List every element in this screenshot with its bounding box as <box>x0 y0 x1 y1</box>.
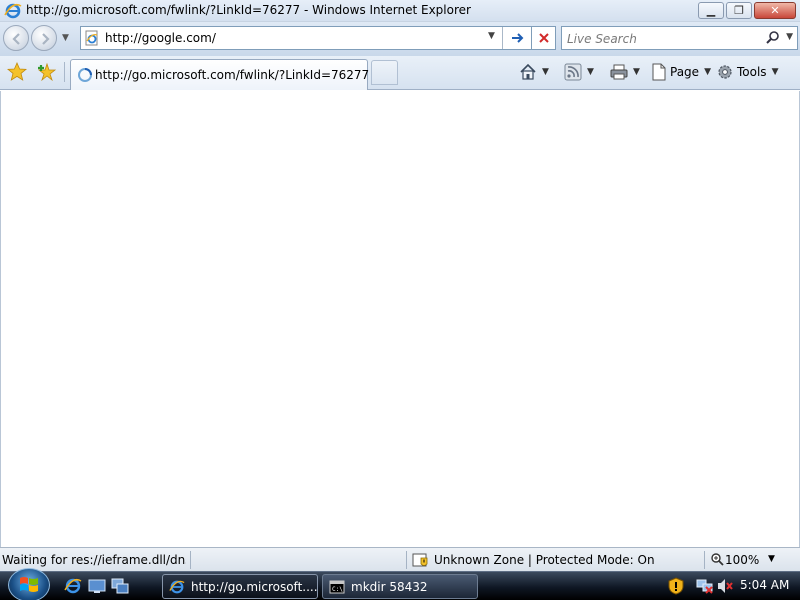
navigation-bar: ▼ http://google.com/ ▼ Live Search ▼ <box>0 22 800 56</box>
tools-menu-label: Tools <box>737 65 767 79</box>
command-prompt-icon: C:\ <box>329 580 345 594</box>
search-input[interactable]: Live Search <box>567 32 637 46</box>
tab-active[interactable]: http://go.microsoft.com/fwlink/?LinkId=7… <box>70 59 370 90</box>
home-icon <box>520 63 536 80</box>
print-button[interactable]: ▼ <box>610 62 640 82</box>
address-bar[interactable]: http://google.com/ ▼ <box>80 26 532 50</box>
page-dropdown-icon: ▼ <box>704 67 711 77</box>
stop-button[interactable] <box>532 26 556 50</box>
forward-arrow-icon <box>42 33 50 45</box>
feeds-button[interactable]: ▼ <box>564 62 594 82</box>
status-bar: Waiting for res://ieframe.dll/dnserror.h… <box>0 547 800 571</box>
window-title: http://go.microsoft.com/fwlink/?LinkId=7… <box>26 3 471 17</box>
svg-text:C:\: C:\ <box>332 586 343 593</box>
favorites-star-icon[interactable] <box>7 62 27 82</box>
loading-icon <box>78 68 92 82</box>
tools-dropdown-icon: ▼ <box>771 67 779 77</box>
windows-logo-icon <box>20 577 38 592</box>
title-bar: http://go.microsoft.com/fwlink/?LinkId=7… <box>0 0 800 22</box>
address-dropdown-icon[interactable]: ▼ <box>488 31 495 41</box>
back-arrow-icon <box>12 33 20 45</box>
tab-bar: http://go.microsoft.com/fwlink/?LinkId=7… <box>0 56 800 90</box>
show-desktop-icon[interactable] <box>88 577 106 595</box>
taskbar-item-cmd[interactable]: C:\ mkdir 58432 <box>322 574 478 599</box>
printer-icon <box>610 64 628 80</box>
search-icon[interactable] <box>765 30 781 46</box>
tab-label: http://go.microsoft.com/fwlink/?LinkId=7… <box>95 68 370 82</box>
search-box[interactable]: Live Search ▼ <box>561 26 798 50</box>
close-icon: ✕ <box>770 4 780 17</box>
forward-button[interactable] <box>31 25 57 51</box>
status-text: Waiting for res://ieframe.dll/dnserror.h… <box>2 553 186 567</box>
security-zone-text[interactable]: Unknown Zone | Protected Mode: On <box>434 553 655 567</box>
feeds-dropdown-icon[interactable]: ▼ <box>587 67 594 77</box>
back-button[interactable] <box>3 25 29 51</box>
ie-page-icon <box>85 30 98 46</box>
quicklaunch-ie-icon[interactable] <box>64 577 82 595</box>
new-tab-button[interactable] <box>371 60 398 85</box>
stop-x-icon <box>538 33 549 43</box>
page-content[interactable] <box>0 91 800 547</box>
protected-mode-shield-icon <box>412 553 428 567</box>
system-clock[interactable]: 5:04 AM <box>740 578 789 592</box>
print-dropdown-icon[interactable]: ▼ <box>633 67 640 77</box>
page-menu-button[interactable]: Page ▼ <box>651 62 711 82</box>
security-shield-tray-icon[interactable] <box>668 577 684 595</box>
zoom-dropdown-icon[interactable]: ▼ <box>768 554 775 564</box>
close-button[interactable]: ✕ <box>754 2 796 19</box>
ie-logo-icon <box>4 3 22 19</box>
taskbar-item-label: mkdir 58432 <box>351 580 428 594</box>
switch-windows-icon[interactable] <box>111 577 129 595</box>
add-favorites-icon[interactable] <box>37 62 57 82</box>
zoom-level[interactable]: 100% <box>725 553 759 567</box>
tools-menu-button[interactable]: Tools ▼ <box>716 62 778 82</box>
zoom-magnifier-icon[interactable] <box>710 552 724 566</box>
ie-task-icon <box>169 580 185 594</box>
search-options-dropdown-icon[interactable]: ▼ <box>786 32 793 42</box>
go-arrow-icon <box>512 33 524 43</box>
minimize-icon: ▁ <box>706 4 716 17</box>
home-dropdown-icon[interactable]: ▼ <box>542 67 549 77</box>
network-tray-icon[interactable] <box>696 577 714 595</box>
rss-feed-icon <box>564 63 582 81</box>
page-icon <box>652 63 666 81</box>
taskbar-item-label: http://go.microsoft.... <box>191 580 318 594</box>
page-menu-label: Page <box>670 65 700 79</box>
home-button[interactable]: ▼ <box>519 62 549 82</box>
go-button[interactable] <box>505 27 531 49</box>
address-input[interactable]: http://google.com/ <box>105 31 216 45</box>
restore-button[interactable]: ❐ <box>726 2 752 19</box>
taskbar: http://go.microsoft.... C:\ mkdir 58432 … <box>0 568 800 600</box>
volume-muted-icon[interactable] <box>716 577 734 595</box>
taskbar-item-ie[interactable]: http://go.microsoft.... <box>162 574 318 599</box>
recent-pages-dropdown-icon[interactable]: ▼ <box>62 33 69 43</box>
gear-icon <box>718 65 732 79</box>
start-button[interactable] <box>8 568 50 600</box>
minimize-button[interactable]: ▁ <box>698 2 724 19</box>
restore-icon: ❐ <box>734 4 744 17</box>
